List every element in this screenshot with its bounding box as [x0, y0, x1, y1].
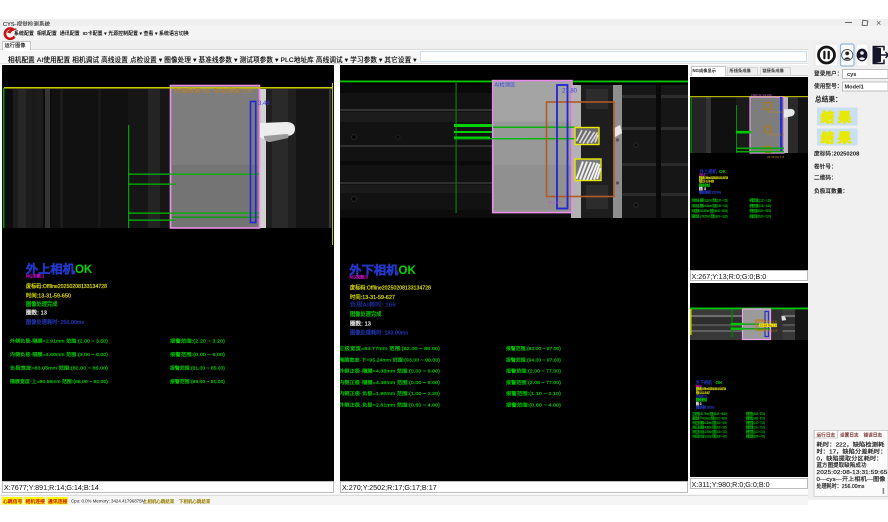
svg-text:时间:13-31-59-627: 时间:13-31-59-627 [350, 293, 395, 301]
svg-text:报警范围:(2.20 ~ 3.20): 报警范围:(2.20 ~ 3.20) [170, 338, 225, 345]
svg-text:报警范围:(1.10 ~ 2.10): 报警范围:(1.10 ~ 2.10) [746, 429, 765, 434]
svg-text:OK: OK [399, 265, 417, 277]
svg-text:报警范围:(0.60 ~ 4.00): 报警范围:(0.60 ~ 4.00) [506, 402, 561, 409]
svg-text:23.46 Rq:1.0: 23.46 Rq:1.0 [767, 110, 785, 114]
svg-text:负极宽度=83.05mm 范围:(80.00 ~ 86.00: 负极宽度=83.05mm 范围:(80.00 ~ 86.00) [692, 208, 728, 213]
svg-text:外侧正极-负极=2.61mm 范围:(0.60 ~ 4.00: 外侧正极-负极=2.61mm 范围:(0.60 ~ 4.00) [692, 434, 727, 439]
svg-text:封面阈值:93, 动态阈值:100: 封面阈值:93, 动态阈值:100 [174, 87, 253, 95]
svg-text:登录用户：: 登录用户： [814, 70, 843, 78]
svg-text:报警范围:(2.00 ~ 77.00): 报警范围:(2.00 ~ 77.00) [506, 379, 561, 386]
svg-text:内侧正极-隔膜=4.38mm 范围:(0.00 ~ 9.00: 内侧正极-隔膜=4.38mm 范围:(0.00 ~ 9.00) [340, 379, 440, 386]
svg-text:NG次数:1: NG次数:1 [26, 273, 45, 280]
svg-text:废标码:Offline20250208133134728: 废标码:Offline20250208133134728 [350, 284, 431, 292]
svg-text:设置日志: 设置日志 [840, 432, 859, 439]
svg-text:报警范围:(2.00 ~ 77.00): 报警范围:(2.00 ~ 77.00) [746, 420, 765, 425]
svg-text:外侧负极-隔膜=2.91mm 范围:(2.00 ~ 3.50: 外侧负极-隔膜=2.91mm 范围:(2.00 ~ 3.50) [10, 338, 108, 345]
svg-text:内侧负极-隔膜=4.60mm 范围:(3.00 ~ 6.00: 内侧负极-隔膜=4.60mm 范围:(3.00 ~ 6.00) [692, 203, 728, 208]
svg-text:下相机心跳结束: 下相机心跳结束 [179, 497, 211, 504]
svg-text:报警范围:(2.20 ~ 3.20): 报警范围:(2.20 ~ 3.20) [750, 197, 772, 202]
svg-text:报警范围:(81.00 ~ 85.00): 报警范围:(81.00 ~ 85.00) [170, 365, 225, 372]
svg-text:图像处理耗时: 183.00ms: 图像处理耗时: 183.00ms [350, 329, 408, 337]
svg-text:心跳信号: 心跳信号 [3, 498, 23, 505]
svg-text:3.48: 3.48 [258, 101, 270, 107]
svg-text:报警范围:(0.00 ~ 8.00): 报警范围:(0.00 ~ 8.00) [170, 351, 225, 358]
svg-text:错误日志: 错误日志 [864, 432, 883, 439]
svg-text:隔膜宽度-上=90.56mm 范围:(88.00 ~ 92.: 隔膜宽度-上=90.56mm 范围:(88.00 ~ 92.00) [10, 378, 108, 385]
svg-text:内侧负极-隔膜=4.60mm 范围:(3.00 ~ 6.00: 内侧负极-隔膜=4.60mm 范围:(3.00 ~ 6.00) [10, 351, 108, 358]
svg-text:FMR.W. 93 100: FMR.W. 93 100 [751, 93, 772, 97]
svg-text:结果: 结果 [821, 110, 855, 125]
svg-text:图像处理完成: 图像处理完成 [350, 310, 382, 318]
svg-text:相机连接: 相机连接 [26, 498, 46, 505]
svg-text:通讯连接: 通讯连接 [48, 498, 68, 505]
svg-text:圈数: 13: 圈数: 13 [350, 320, 371, 328]
svg-text:时间:13-31-59-650: 时间:13-31-59-650 [26, 292, 71, 300]
svg-text:Model1: Model1 [845, 85, 864, 91]
svg-text:报警范围:(81.00 ~ 85.00): 报警范围:(81.00 ~ 85.00) [750, 208, 772, 213]
svg-text:2025:02:08-13:31:59:65: 2025:02:08-13:31:59:65 [817, 470, 888, 476]
svg-text:OK: OK [75, 264, 93, 276]
svg-text:隔膜宽度-下=95.24mm 范围:(93.00 ~ 98.: 隔膜宽度-下=95.24mm 范围:(93.00 ~ 98.00) [340, 357, 440, 364]
svg-text:报警范围:(83.00 ~ 87.00): 报警范围:(83.00 ~ 87.00) [506, 345, 561, 352]
svg-text:耗时：222，缺陷检测耗: 耗时：222，缺陷检测耗 [817, 441, 885, 449]
svg-text:隔膜宽度-下=95.24mm 范围:(93.00 ~ 98.: 隔膜宽度-下=95.24mm 范围:(93.00 ~ 98.00) [692, 416, 727, 421]
svg-text:23.80: 23.80 [562, 89, 578, 95]
svg-text:报警范围:(1.10 ~ 2.10): 报警范围:(1.10 ~ 2.10) [506, 390, 561, 397]
svg-text:时：17，缺陷分差耗时：: 时：17，缺陷分差耗时： [817, 447, 887, 455]
svg-text:二维码：: 二维码： [814, 174, 837, 182]
svg-text:0，缺陷提取分区耗时：: 0，缺陷提取分区耗时： [817, 454, 883, 462]
svg-text:23.48 Rq:1.8: 23.48 Rq:1.8 [760, 324, 778, 328]
svg-text:圈数: 13: 圈数: 13 [26, 309, 47, 317]
svg-text:总结果：: 总结果： [815, 95, 842, 104]
svg-text:报警范围:(94.00 ~ 97.00): 报警范围:(94.00 ~ 97.00) [506, 357, 561, 364]
svg-text:图像处理耗时: 183.00ms: 图像处理耗时: 183.00ms [696, 404, 715, 409]
svg-text:隔膜宽度-上=90.56mm 范围:(88.00 ~ 92.: 隔膜宽度-上=90.56mm 范围:(88.00 ~ 92.00) [692, 214, 728, 219]
svg-text:正极宽度=83.77mm 范围:(82.00 ~ 88.00: 正极宽度=83.77mm 范围:(82.00 ~ 88.00) [692, 411, 727, 416]
svg-text:处理耗时：256.00ms: 处理耗时：256.00ms [817, 482, 865, 490]
svg-text:运行日志: 运行日志 [817, 432, 836, 439]
svg-text:NG次数:0: NG次数:0 [350, 274, 369, 281]
svg-text:AI检测区: AI检测区 [495, 81, 516, 89]
svg-text:报警范围:(89.00 ~ 91.00): 报警范围:(89.00 ~ 91.00) [750, 214, 772, 219]
svg-text:报警范围:(2.00 ~ 77.00): 报警范围:(2.00 ~ 77.00) [506, 368, 561, 375]
svg-text:20250208: 20250208 [834, 152, 861, 158]
svg-text:外侧负极-隔膜=2.91mm 范围:(2.00 ~ 3.50: 外侧负极-隔膜=2.91mm 范围:(2.00 ~ 3.50) [692, 197, 728, 202]
svg-text:23.45 Rq:1.8: 23.45 Rq:1.8 [767, 155, 785, 159]
svg-text:NG:23.48: NG:23.48 [548, 201, 562, 205]
svg-text:内侧正极-负极=1.90mm 范围:(1.00 ~ 2.20: 内侧正极-负极=1.90mm 范围:(1.00 ~ 2.20) [692, 429, 727, 434]
svg-text:负极宽度=83.05mm 范围:(80.00 ~ 86.00: 负极宽度=83.05mm 范围:(80.00 ~ 86.00) [10, 365, 108, 372]
svg-text:0—cys—开上相机—图像: 0—cys—开上相机—图像 [817, 475, 886, 483]
svg-text:报警范围:(83.00 ~ 87.00): 报警范围:(83.00 ~ 87.00) [746, 411, 765, 416]
svg-text:报警范围:(94.00 ~ 97.00): 报警范围:(94.00 ~ 97.00) [746, 416, 765, 421]
svg-text:图像处理耗时: 256.00ms: 图像处理耗时: 256.00ms [699, 190, 721, 195]
svg-text:外侧正极-隔膜=4.38mm 范围:(0.00 ~ 9.00: 外侧正极-隔膜=4.38mm 范围:(0.00 ~ 9.00) [340, 368, 440, 375]
svg-text:上相机心跳结束: 上相机心跳结束 [143, 497, 175, 504]
svg-text:OK: OK [719, 169, 727, 174]
svg-text:外侧正极-隔膜=4.38mm 范围:(0.00 ~ 9.00: 外侧正极-隔膜=4.38mm 范围:(0.00 ~ 9.00) [692, 420, 727, 425]
svg-text:使用型号：: 使用型号： [814, 82, 843, 90]
svg-text:cys: cys [847, 72, 856, 78]
svg-text:报警范围:(89.00 ~ 91.00): 报警范围:(89.00 ~ 91.00) [170, 378, 225, 385]
svg-text:内侧正极-隔膜=4.38mm 范围:(0.00 ~ 9.00: 内侧正极-隔膜=4.38mm 范围:(0.00 ~ 9.00) [692, 425, 727, 430]
svg-text:内侧正极-负极=1.90mm 范围:(1.00 ~ 2.20: 内侧正极-负极=1.90mm 范围:(1.00 ~ 2.20) [340, 390, 440, 397]
svg-text:外侧正极-负极=2.61mm 范围:(0.60 ~ 4.00: 外侧正极-负极=2.61mm 范围:(0.60 ~ 4.00) [340, 402, 440, 409]
svg-text:图像处理耗时: 256.00ms: 图像处理耗时: 256.00ms [26, 318, 84, 326]
svg-text:Cpu: 0.0% Memory: 3424.4179687: Cpu: 0.0% Memory: 3424.41796875M [71, 498, 146, 503]
svg-text:正极宽度=83.77mm 范围:(82.00 ~ 88.00: 正极宽度=83.77mm 范围:(82.00 ~ 88.00) [340, 345, 440, 352]
svg-text:报警范围:(0.60 ~ 4.00): 报警范围:(0.60 ~ 4.00) [746, 434, 765, 439]
svg-text:报警范围:(2.00 ~ 77.00): 报警范围:(2.00 ~ 77.00) [746, 425, 765, 430]
svg-text:蓝方图提取缺陷成功: 蓝方图提取缺陷成功 [817, 461, 867, 469]
svg-text:23.48 Rq:1.8: 23.48 Rq:1.8 [767, 133, 785, 137]
svg-text:OK: OK [716, 380, 724, 385]
svg-text:图像处理完成: 图像处理完成 [26, 300, 58, 308]
svg-text:负极耳数量：: 负极耳数量： [814, 187, 848, 195]
svg-text:废标码:Offline20250208133134728: 废标码:Offline20250208133134728 [26, 282, 107, 290]
svg-text:报警范围:(0.00 ~ 8.00): 报警范围:(0.00 ~ 8.00) [750, 203, 772, 208]
svg-text:23.45 Rq:1.8: 23.45 Rq:1.8 [760, 329, 778, 333]
svg-text:结果: 结果 [821, 131, 855, 146]
svg-text:负极AI耗时: 166: 负极AI耗时: 166 [350, 301, 396, 309]
svg-text:卷针号：: 卷针号： [814, 163, 837, 171]
